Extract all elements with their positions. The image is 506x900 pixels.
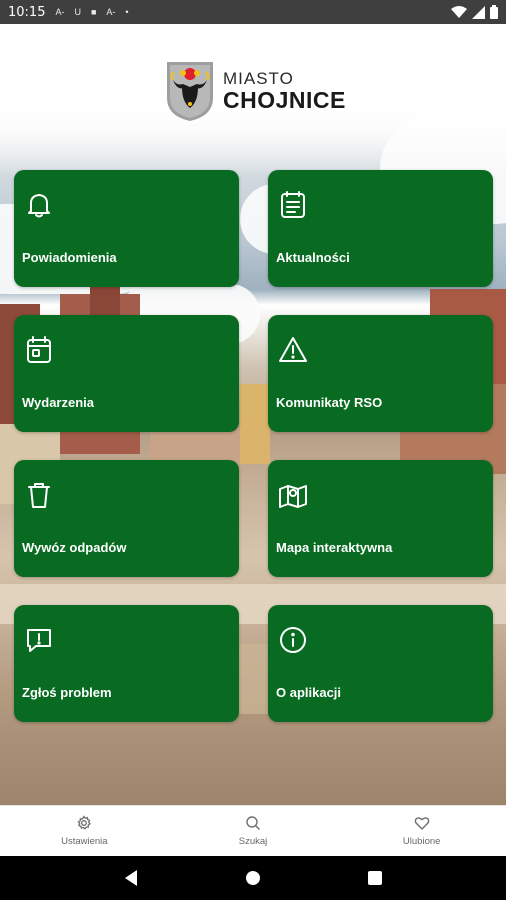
nav-label: Szukaj	[238, 836, 268, 847]
recents-icon	[368, 871, 382, 885]
city-logo: MIASTO CHOJNICE	[165, 60, 346, 122]
nav-label: Ustawienia	[61, 836, 108, 847]
a-icon: A‑	[55, 7, 65, 17]
bell-icon	[28, 194, 50, 218]
menu-grid: Powiadomienia Aktualności Wydarzenia Kom…	[14, 170, 493, 723]
map-icon	[279, 485, 307, 508]
recents-button[interactable]	[363, 866, 387, 890]
tile-label: Wywóz odpadów	[22, 540, 127, 555]
signal-icon	[472, 5, 485, 19]
warning-icon	[279, 337, 307, 362]
trash-icon	[28, 483, 50, 508]
info-icon	[280, 627, 306, 653]
system-navigation-bar	[0, 856, 506, 900]
tile-interactive-map[interactable]: Mapa interaktywna	[268, 460, 493, 577]
report-icon	[27, 629, 51, 652]
tile-news[interactable]: Aktualności	[268, 170, 493, 287]
calendar-icon	[27, 336, 51, 363]
tile-label: Aktualności	[276, 250, 350, 265]
u-icon: U	[74, 7, 81, 17]
dot-icon: •	[125, 7, 129, 17]
square-icon: ■	[90, 7, 97, 17]
home-icon	[246, 871, 260, 885]
search-icon	[246, 816, 260, 830]
heart-icon	[414, 817, 429, 830]
a-icon: A‑	[106, 7, 116, 17]
tile-label: O aplikacji	[276, 685, 342, 700]
gear-icon	[77, 815, 92, 830]
logo-line2: CHOJNICE	[223, 87, 346, 113]
tile-events[interactable]: Wydarzenia	[14, 315, 239, 432]
tile-notifications[interactable]: Powiadomienia	[14, 170, 239, 287]
home-button[interactable]	[241, 866, 265, 890]
coat-of-arms-icon	[167, 62, 213, 121]
nav-search[interactable]: Szukaj	[169, 806, 338, 856]
tile-waste-collection[interactable]: Wywóz odpadów	[14, 460, 239, 577]
nav-favorites[interactable]: Ulubione	[337, 806, 506, 856]
status-bar: 10:15 A‑ U ■ A‑ •	[0, 0, 506, 24]
tile-label: Wydarzenia	[22, 395, 95, 410]
nav-settings[interactable]: Ustawienia	[0, 806, 169, 856]
back-icon	[125, 870, 137, 886]
wifi-icon	[451, 5, 467, 18]
nav-label: Ulubione	[402, 836, 441, 847]
tile-label: Powiadomienia	[22, 250, 117, 265]
tile-report-problem[interactable]: Zgłoś problem	[14, 605, 239, 722]
back-button[interactable]	[119, 866, 143, 890]
battery-icon	[490, 5, 498, 19]
news-icon	[281, 191, 305, 218]
status-time: 10:15	[8, 4, 46, 20]
tile-about-app[interactable]: O aplikacji	[268, 605, 493, 722]
tile-label: Mapa interaktywna	[276, 540, 393, 555]
tile-label: Komunikaty RSO	[276, 395, 383, 410]
tile-label: Zgłoś problem	[22, 685, 112, 700]
logo-line1: MIASTO	[223, 69, 294, 88]
tile-rso-alerts[interactable]: Komunikaty RSO	[268, 315, 493, 432]
bottom-navigation: Ustawienia Szukaj Ulubione	[0, 805, 506, 856]
